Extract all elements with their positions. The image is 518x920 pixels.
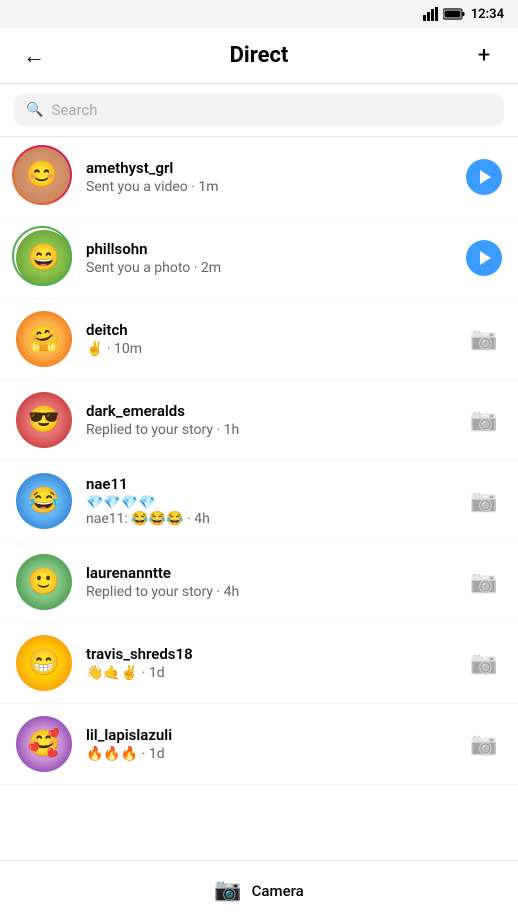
avatar: 🤗	[14, 309, 74, 369]
message-content: nae11 💎💎💎💎nae11: 😂😂😂 · 4h	[86, 475, 452, 527]
avatar: 🙂	[14, 552, 74, 612]
message-username: amethyst_grl	[86, 159, 452, 177]
message-preview: 👋🤙✌️ · 1d	[86, 665, 452, 681]
play-button[interactable]	[464, 238, 504, 278]
message-preview: Sent you a photo · 2m	[86, 260, 452, 276]
message-preview: Replied to your story · 4h	[86, 584, 452, 600]
message-list: 😊 amethyst_grl Sent you a video · 1m 😄 phill…	[0, 137, 518, 785]
message-username: deitch	[86, 321, 452, 339]
message-username: laurenanntte	[86, 564, 452, 582]
message-username: dark_emeralds	[86, 402, 452, 420]
list-item[interactable]: 🙂 laurenanntte Replied to your story · 4h 📷	[0, 542, 518, 623]
back-button[interactable]: ←	[16, 38, 52, 74]
message-content: dark_emeralds Replied to your story · 1h	[86, 402, 452, 438]
battery-icon	[443, 8, 465, 20]
list-item[interactable]: 😂 nae11 💎💎💎💎nae11: 😂😂😂 · 4h 📷	[0, 461, 518, 542]
search-box[interactable]: 🔍 Search	[14, 94, 504, 126]
camera-button[interactable]: 📷	[464, 724, 504, 764]
message-preview: 💎💎💎💎nae11: 😂😂😂 · 4h	[86, 495, 452, 527]
message-username: phillsohn	[86, 240, 452, 258]
camera-button[interactable]: 📷	[464, 562, 504, 602]
avatar: 😎	[14, 390, 74, 450]
search-icon: 🔍	[26, 102, 43, 118]
message-username: travis_shreds18	[86, 645, 452, 663]
message-content: laurenanntte Replied to your story · 4h	[86, 564, 452, 600]
avatar: 🥰	[14, 714, 74, 774]
message-preview: 🔥🔥🔥 · 1d	[86, 746, 452, 762]
message-preview: ✌️ · 10m	[86, 341, 452, 357]
camera-button[interactable]: 📷	[464, 319, 504, 359]
camera-label: Camera	[252, 882, 304, 900]
camera-bottom-icon: 📷	[214, 878, 241, 903]
list-item[interactable]: 😊 amethyst_grl Sent you a video · 1m	[0, 137, 518, 218]
message-content: lil_lapislazuli 🔥🔥🔥 · 1d	[86, 726, 452, 762]
top-nav: ← Direct +	[0, 28, 518, 84]
message-username: lil_lapislazuli	[86, 726, 452, 744]
play-button[interactable]	[464, 157, 504, 197]
list-item[interactable]: 😁 travis_shreds18 👋🤙✌️ · 1d 📷	[0, 623, 518, 704]
message-preview: Replied to your story · 1h	[86, 422, 452, 438]
new-message-button[interactable]: +	[466, 38, 502, 74]
avatar: 😊	[14, 147, 74, 207]
message-content: deitch ✌️ · 10m	[86, 321, 452, 357]
list-item[interactable]: 🤗 deitch ✌️ · 10m 📷	[0, 299, 518, 380]
message-content: travis_shreds18 👋🤙✌️ · 1d	[86, 645, 452, 681]
message-username: nae11	[86, 475, 452, 493]
camera-button[interactable]: 📷	[464, 481, 504, 521]
status-time: 12:34	[471, 7, 504, 22]
list-item[interactable]: 😎 dark_emeralds Replied to your story · 1h…	[0, 380, 518, 461]
avatar: 😂	[14, 471, 74, 531]
avatar: 😄	[14, 228, 74, 288]
search-container: 🔍 Search	[0, 84, 518, 137]
list-item[interactable]: 🥰 lil_lapislazuli 🔥🔥🔥 · 1d 📷	[0, 704, 518, 785]
page-title: Direct	[230, 43, 289, 68]
avatar: 😁	[14, 633, 74, 693]
status-icons	[423, 7, 465, 21]
camera-button[interactable]: 📷	[464, 400, 504, 440]
camera-bottom-bar[interactable]: 📷 Camera	[0, 860, 518, 920]
list-item[interactable]: 😄 phillsohn Sent you a photo · 2m	[0, 218, 518, 299]
signal-icon	[423, 7, 439, 21]
camera-button[interactable]: 📷	[464, 643, 504, 683]
status-bar: 12:34	[0, 0, 518, 28]
message-preview: Sent you a video · 1m	[86, 179, 452, 195]
message-content: phillsohn Sent you a photo · 2m	[86, 240, 452, 276]
search-input[interactable]: Search	[51, 101, 97, 119]
message-content: amethyst_grl Sent you a video · 1m	[86, 159, 452, 195]
